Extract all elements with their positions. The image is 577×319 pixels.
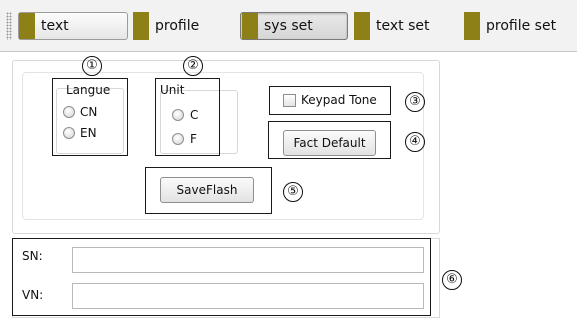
sys-set-icon bbox=[242, 13, 258, 39]
unit-c-label: C bbox=[190, 108, 199, 122]
callout-1: ① bbox=[82, 56, 102, 76]
unit-f-radio[interactable] bbox=[172, 133, 184, 145]
callout-2: ② bbox=[183, 56, 203, 76]
tab-profile-set-label: profile set bbox=[486, 18, 557, 34]
tab-sys-set[interactable]: sys set bbox=[240, 12, 348, 40]
callout-3: ③ bbox=[405, 92, 425, 112]
language-en-radio[interactable] bbox=[63, 127, 75, 139]
sn-field[interactable] bbox=[72, 247, 424, 273]
language-title: Langue bbox=[66, 83, 111, 97]
tab-profile-set[interactable]: profile set bbox=[464, 12, 556, 40]
callout-4: ④ bbox=[405, 132, 425, 152]
profile-icon bbox=[133, 12, 149, 40]
language-cn-radio[interactable] bbox=[63, 106, 75, 118]
language-en-label: EN bbox=[80, 126, 97, 140]
profile-set-icon bbox=[464, 12, 480, 40]
vn-field[interactable] bbox=[72, 283, 424, 309]
tab-text-set-label: text set bbox=[376, 18, 430, 34]
callout-6: ⑥ bbox=[442, 270, 462, 290]
toolbar-grip[interactable] bbox=[6, 12, 12, 40]
keypad-tone-checkbox[interactable] bbox=[283, 94, 296, 107]
text-icon bbox=[19, 13, 35, 39]
tab-profile[interactable]: profile bbox=[133, 12, 199, 40]
tab-sys-set-label: sys set bbox=[264, 18, 313, 34]
language-cn-label: CN bbox=[80, 105, 98, 119]
tab-text-label: text bbox=[41, 18, 69, 34]
text-set-icon bbox=[354, 12, 370, 40]
unit-f-label: F bbox=[190, 132, 197, 146]
sn-label: SN: bbox=[22, 249, 43, 263]
callout-5: ⑤ bbox=[283, 182, 303, 202]
tab-text[interactable]: text bbox=[18, 12, 128, 40]
fact-default-button[interactable]: Fact Default bbox=[283, 130, 376, 156]
saveflash-button[interactable]: SaveFlash bbox=[160, 177, 254, 203]
unit-title: Unit bbox=[160, 83, 185, 97]
toolbar: text profile sys set text set profile se… bbox=[0, 0, 577, 52]
keypad-tone-label: Keypad Tone bbox=[301, 93, 377, 107]
vn-label: VN: bbox=[22, 288, 44, 302]
tab-text-set[interactable]: text set bbox=[354, 12, 429, 40]
unit-c-radio[interactable] bbox=[172, 109, 184, 121]
tab-profile-label: profile bbox=[155, 18, 200, 34]
